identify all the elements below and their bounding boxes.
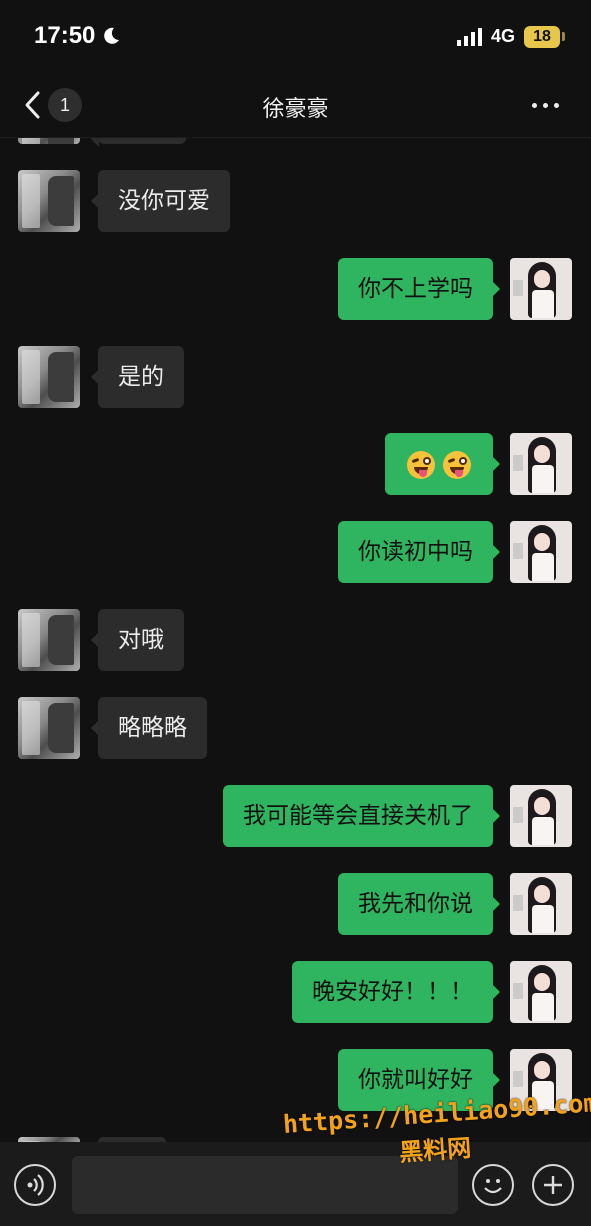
self-avatar[interactable]	[510, 873, 572, 935]
plus-icon[interactable]	[532, 1164, 574, 1206]
winking-tongue-emoji-icon	[407, 450, 435, 479]
friend-avatar[interactable]	[18, 346, 80, 408]
message-bubble-incoming[interactable]: 没你可爱	[91, 170, 230, 232]
friend-avatar[interactable]	[18, 170, 80, 232]
winking-tongue-emoji-icon	[443, 450, 471, 479]
message-bubble-outgoing-emoji[interactable]	[385, 433, 500, 495]
network-label: 4G	[491, 26, 516, 46]
message-bubble-incoming[interactable]: 对哦	[91, 609, 184, 671]
moon-icon	[104, 27, 119, 44]
self-avatar[interactable]	[510, 433, 572, 495]
message-bubble-outgoing[interactable]: 我先和你说	[338, 873, 500, 935]
message-bubble-outgoing[interactable]: 你读初中吗	[338, 521, 500, 583]
self-avatar[interactable]	[510, 521, 572, 583]
signal-icon	[457, 28, 482, 46]
self-avatar[interactable]	[510, 785, 572, 847]
message-bubble-incoming[interactable]: 是的	[91, 346, 184, 408]
more-options-icon[interactable]	[526, 94, 566, 116]
message-bubble-incoming[interactable]: 略略略	[91, 697, 207, 759]
emoji-icon[interactable]	[472, 1164, 514, 1206]
self-avatar[interactable]	[510, 961, 572, 1023]
friend-avatar[interactable]	[18, 609, 80, 671]
status-time: 17:50	[34, 22, 96, 49]
nav-bar: 1 徐豪豪	[0, 72, 591, 138]
battery-icon: 18	[524, 26, 560, 48]
message-bubble-outgoing[interactable]: 晚安好好！！！	[292, 961, 500, 1023]
self-avatar[interactable]	[510, 258, 572, 320]
chat-area[interactable]: 没你可爱 你不上学吗 是的 你读初中吗 对哦 略略略 我可能等会直接关机了 我先…	[0, 0, 591, 1226]
page-title: 徐豪豪	[262, 97, 329, 122]
status-bar: 17:50 4G 18	[0, 0, 591, 72]
message-bubble-outgoing[interactable]: 我可能等会直接关机了	[223, 785, 500, 847]
voice-icon[interactable]	[14, 1164, 56, 1206]
message-bubble-outgoing[interactable]: 你不上学吗	[338, 258, 500, 320]
battery-nub	[562, 32, 565, 41]
friend-avatar[interactable]	[18, 697, 80, 759]
